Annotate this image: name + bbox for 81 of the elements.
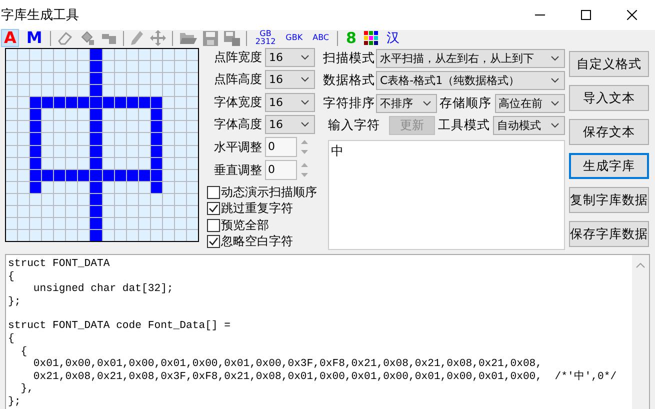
size-dropdown[interactable]: 16 xyxy=(265,92,315,112)
hanzi-button[interactable]: 汉 xyxy=(384,32,402,44)
code-line: struct FONT_DATA code Font_Data[] = xyxy=(8,320,232,333)
field-label: 输入字符 xyxy=(327,117,381,134)
input-field[interactable]: 中 xyxy=(328,140,565,250)
code-line: }, xyxy=(20,383,34,396)
spin-up-icon[interactable] xyxy=(300,140,308,144)
action-button[interactable]: 导入文本 xyxy=(569,85,649,111)
checkbox[interactable] xyxy=(207,235,220,248)
field-label: 点阵高度 xyxy=(213,71,262,88)
folder-icon[interactable] xyxy=(179,31,198,45)
code-line: 0x01,0x00,0x01,0x00,0x01,0x00,0x01,0x00,0x3F,0xF8,0x21,0x08,0x21,0x08,0x21,0x08, xyxy=(32,358,544,371)
action-button[interactable]: 复制字库数据 xyxy=(569,187,649,213)
code-line: }; xyxy=(8,296,22,308)
caret-icon xyxy=(551,100,559,106)
paint-bucket-icon[interactable] xyxy=(79,30,96,46)
output-text-area[interactable] xyxy=(5,254,650,409)
size-dropdown[interactable]: 16 xyxy=(265,70,315,90)
scroll-up-icon[interactable] xyxy=(636,263,645,268)
code-line: }; xyxy=(8,396,22,409)
field-label: 数据格式 xyxy=(323,72,373,89)
code-line: { xyxy=(20,346,28,358)
field-label: 字体高度 xyxy=(213,116,262,133)
pencil-icon[interactable] xyxy=(130,30,144,46)
code-line: unsigned char dat[32]; xyxy=(32,283,174,296)
caret-icon xyxy=(551,123,559,128)
stamp-icon[interactable] xyxy=(101,31,118,45)
caret-icon xyxy=(301,100,309,105)
tool-button[interactable]: M xyxy=(24,30,44,46)
checkbox[interactable] xyxy=(207,202,220,216)
action-button[interactable]: 自定义格式 xyxy=(569,51,649,77)
size-dropdown[interactable]: 16 xyxy=(265,48,315,68)
checkbox[interactable] xyxy=(207,186,220,199)
caret-icon xyxy=(301,55,309,60)
spin-down-icon[interactable] xyxy=(300,150,308,154)
caret-icon xyxy=(551,78,559,83)
code-line: 0x21,0x08,0x21,0x08,0x3F,0xF8,0x21,0x08,0x01,0x00,0x01,0x00,0x01,0x00,0x01,0x00, /*'中',0*/ xyxy=(32,370,618,384)
checkbox[interactable] xyxy=(207,218,220,232)
save-all-icon[interactable] xyxy=(224,30,240,46)
charset-button[interactable]: ABC xyxy=(310,34,332,42)
field-label: 点阵宽度 xyxy=(213,49,262,66)
caret-icon xyxy=(422,100,431,106)
code-line: { xyxy=(8,270,16,284)
spin-up-icon[interactable] xyxy=(300,163,308,167)
scan-mode-dropdown[interactable]: 水平扫描，从左到右，从上到下 xyxy=(376,48,565,68)
caret-icon xyxy=(301,122,309,127)
spin-down-icon[interactable] xyxy=(300,173,308,177)
charset-button[interactable]: GBK xyxy=(284,34,305,42)
close-icon[interactable] xyxy=(627,10,637,20)
size-dropdown[interactable]: 16 xyxy=(265,114,315,134)
action-button[interactable]: 保存字库数据 xyxy=(569,221,649,247)
code-line: { xyxy=(8,332,16,346)
tool-mode-dropdown[interactable]: 自动模式 xyxy=(493,116,565,135)
checkbox-label[interactable]: 忽略空白字符 xyxy=(221,233,293,250)
scrollbar[interactable] xyxy=(632,255,649,409)
palette-icon[interactable] xyxy=(364,31,378,45)
window-title: 字库生成工具 xyxy=(1,7,79,24)
pixel-grid[interactable] xyxy=(5,48,199,242)
storage-order-dropdown[interactable]: 高位在前 xyxy=(494,94,565,112)
checkbox-label[interactable]: 动态演示扫描顺序 xyxy=(221,184,317,201)
field-label: 工具模式 xyxy=(438,117,490,134)
charset-button[interactable]: GB 2312 xyxy=(253,30,278,46)
save-icon[interactable] xyxy=(203,30,218,46)
field-label: 字体宽度 xyxy=(213,94,262,111)
maximize-icon[interactable] xyxy=(581,10,591,20)
caret-icon xyxy=(301,77,309,82)
checkbox-label[interactable]: 预览全部 xyxy=(221,216,269,234)
code-line: struct FONT_DATA xyxy=(8,258,111,271)
caret-icon xyxy=(551,56,559,60)
data-format-dropdown[interactable]: C表格-格式1（纯数据格式） xyxy=(376,71,565,90)
eraser-icon[interactable] xyxy=(57,31,74,45)
sort-dropdown[interactable]: 不排序 xyxy=(376,94,437,112)
field-label: 扫描模式 xyxy=(323,50,373,66)
action-button[interactable]: 生成字库 xyxy=(569,153,649,179)
field-label: 垂直调整 xyxy=(213,162,262,178)
checkbox-label[interactable]: 跳过重复字符 xyxy=(221,200,293,218)
field-label: 字符排序 xyxy=(323,94,373,112)
move-icon[interactable] xyxy=(150,30,166,46)
field-label: 存储顺序 xyxy=(440,94,492,112)
action-button[interactable]: 保存文本 xyxy=(569,119,649,145)
field-label: 水平调整 xyxy=(213,138,262,156)
